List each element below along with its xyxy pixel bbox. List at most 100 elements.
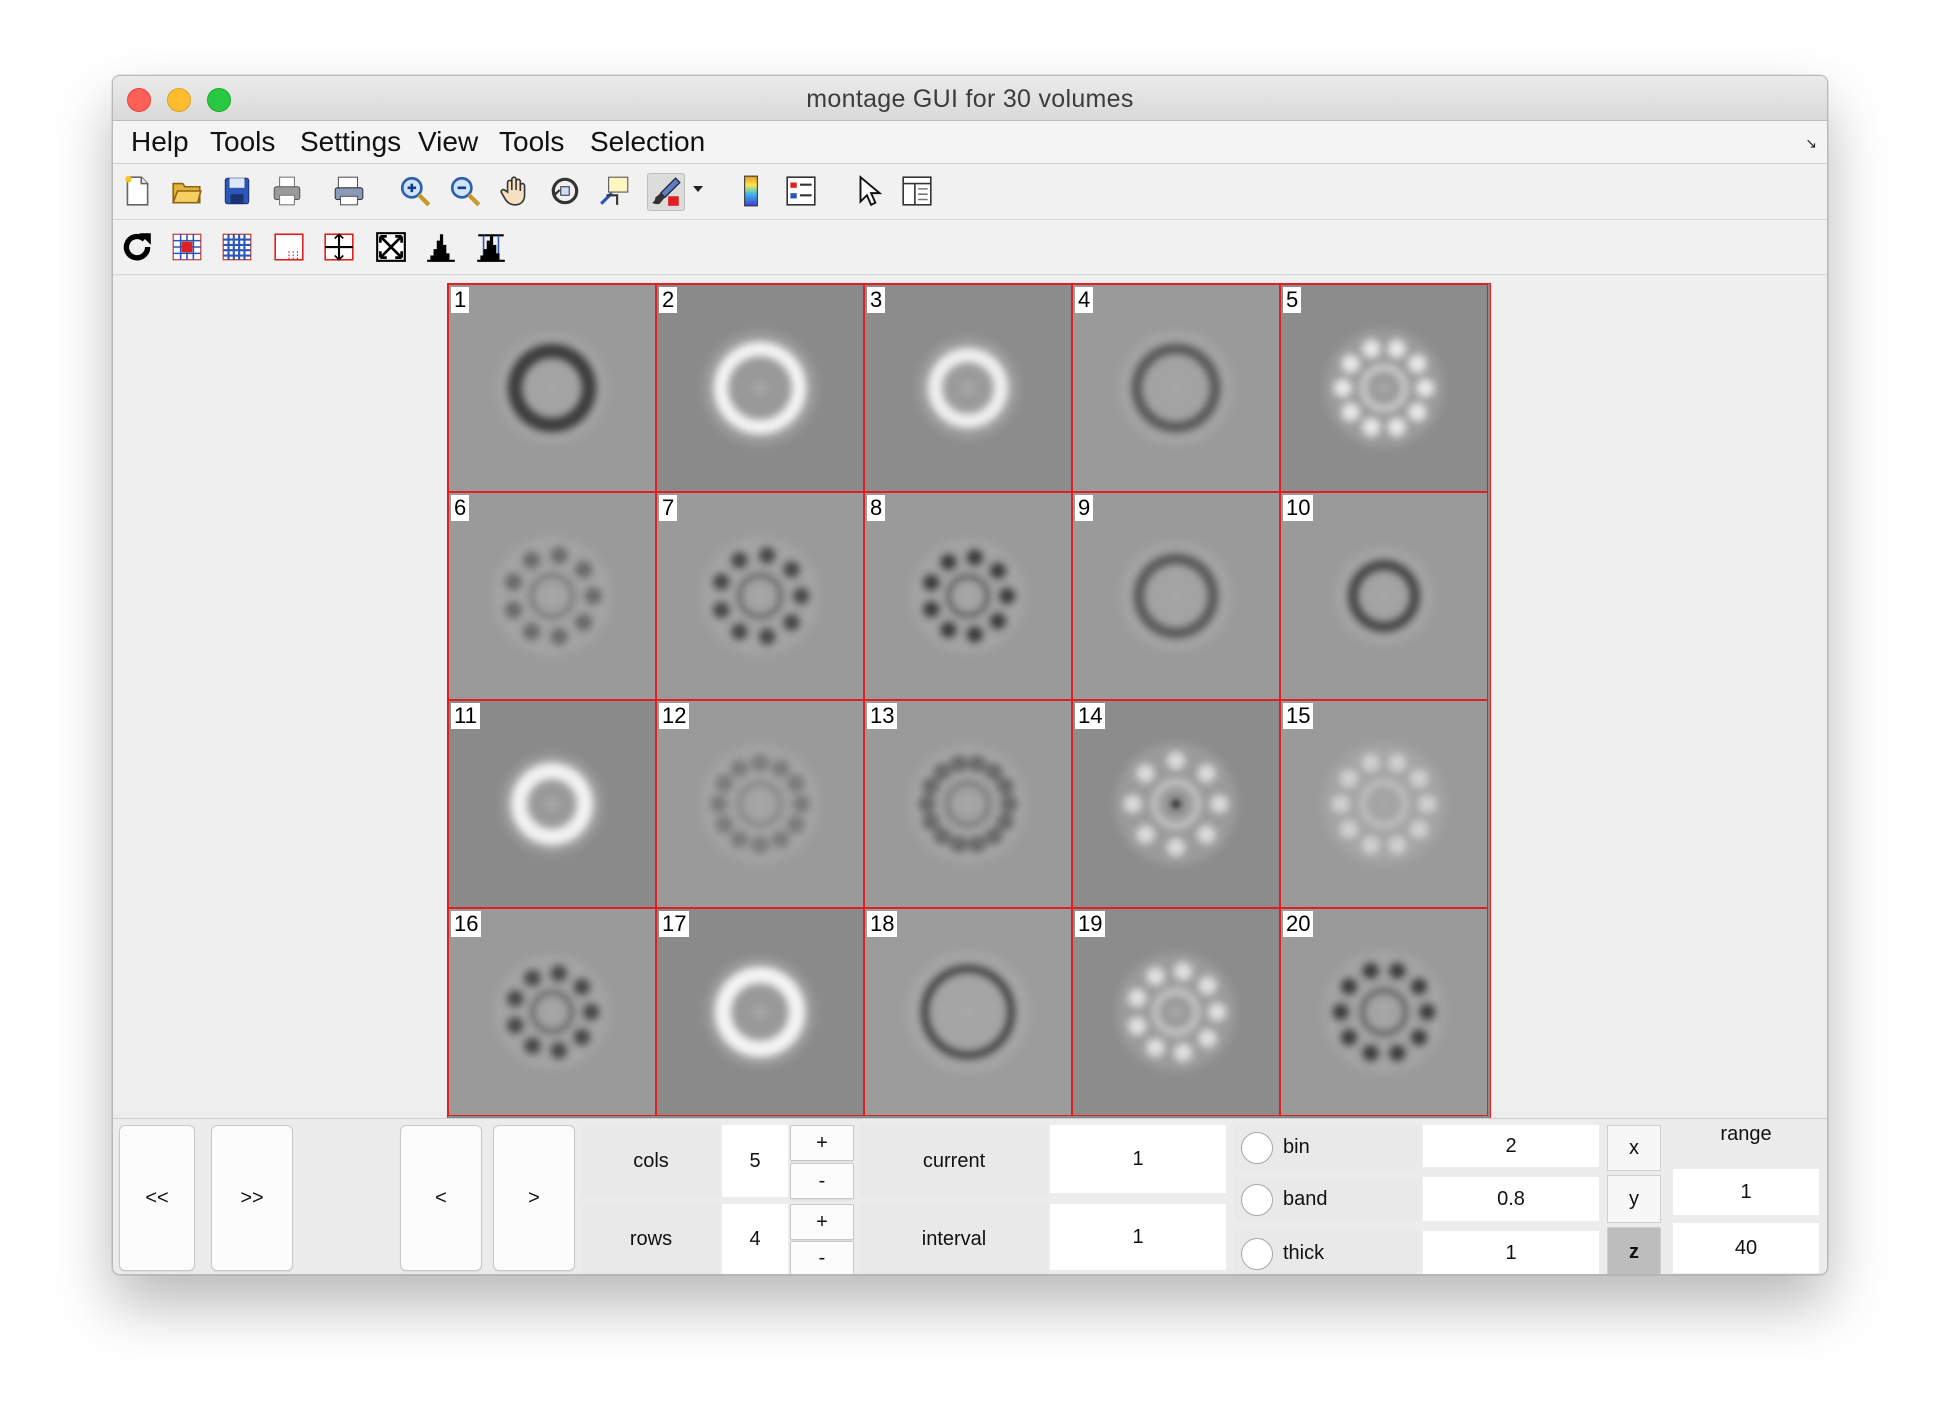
cols-decrease-button[interactable]: -: [790, 1163, 854, 1199]
zoom-in-icon[interactable]: [397, 173, 433, 209]
tile-index-label: 18: [867, 911, 898, 937]
cols-increase-button[interactable]: +: [790, 1125, 854, 1161]
brush-dropdown-icon[interactable]: [693, 186, 703, 192]
montage-tile[interactable]: 11: [448, 700, 656, 908]
legend-icon[interactable]: [783, 173, 819, 209]
axis-y-button[interactable]: y: [1607, 1175, 1661, 1223]
montage-tile[interactable]: 9: [1072, 492, 1280, 700]
volume-slice-image: [906, 950, 1030, 1074]
grid-large-icon[interactable]: [219, 229, 255, 265]
range-max-field[interactable]: 40: [1673, 1223, 1819, 1273]
volume-slice-image: [700, 744, 820, 864]
menu-selection[interactable]: Selection: [590, 126, 705, 158]
first-page-button[interactable]: <<: [119, 1125, 195, 1271]
rotate-3d-icon[interactable]: [547, 173, 583, 209]
center-cross-icon[interactable]: [321, 229, 357, 265]
prev-button[interactable]: <: [400, 1125, 482, 1271]
figure-toolbar: [113, 164, 1827, 220]
save-icon[interactable]: [219, 173, 255, 209]
menu-help[interactable]: Help: [131, 126, 189, 158]
montage-tile[interactable]: 20: [1280, 908, 1488, 1116]
undock-arrow-icon[interactable]: ↘: [1805, 135, 1817, 152]
print-preview-icon[interactable]: [331, 173, 367, 209]
volume-slice-image: [1116, 952, 1236, 1072]
next-button[interactable]: >: [493, 1125, 575, 1271]
fit-expand-icon[interactable]: [373, 229, 409, 265]
montage-tile[interactable]: 18: [864, 908, 1072, 1116]
montage-tile[interactable]: 12: [656, 700, 864, 908]
montage-tile[interactable]: 10: [1280, 492, 1488, 700]
montage-tile[interactable]: 7: [656, 492, 864, 700]
current-field[interactable]: 1: [1050, 1125, 1226, 1193]
tile-index-label: 17: [659, 911, 690, 937]
tile-index-label: 19: [1075, 911, 1106, 937]
bin-field[interactable]: 2: [1423, 1125, 1599, 1167]
montage-tile[interactable]: 13: [864, 700, 1072, 908]
bin-label: bin: [1283, 1125, 1373, 1169]
new-file-icon[interactable]: [119, 173, 155, 209]
axis-z-button[interactable]: z: [1607, 1227, 1661, 1274]
tile-index-label: 10: [1283, 495, 1314, 521]
volume-slice-image: [1322, 950, 1446, 1074]
thick-label: thick: [1283, 1231, 1373, 1274]
interval-field[interactable]: 1: [1050, 1204, 1226, 1270]
title-bar[interactable]: montage GUI for 30 volumes: [113, 76, 1827, 121]
tile-index-label: 4: [1075, 287, 1094, 313]
volume-slice-image: [702, 330, 818, 446]
thick-radio[interactable]: [1241, 1238, 1273, 1270]
last-page-button[interactable]: >>: [211, 1125, 293, 1271]
montage-tile[interactable]: 6: [448, 492, 656, 700]
menu-view[interactable]: View: [418, 126, 478, 158]
tile-index-label: 12: [659, 703, 690, 729]
grid-small-icon[interactable]: [169, 229, 205, 265]
open-folder-icon[interactable]: [169, 173, 205, 209]
tile-index-label: 5: [1283, 287, 1302, 313]
volume-slice-image: [1334, 546, 1434, 646]
zoom-out-icon[interactable]: [447, 173, 483, 209]
refresh-icon[interactable]: [119, 229, 155, 265]
volume-slice-image: [1322, 742, 1446, 866]
rows-increase-button[interactable]: +: [790, 1204, 854, 1240]
tile-index-label: 3: [867, 287, 886, 313]
single-frame-icon[interactable]: [271, 229, 307, 265]
pointer-icon[interactable]: [851, 173, 887, 209]
montage-tile[interactable]: 17: [656, 908, 864, 1116]
montage-tile[interactable]: 15: [1280, 700, 1488, 908]
montage-tile[interactable]: 1: [448, 284, 656, 492]
volume-slice-image: [494, 954, 610, 1070]
rows-decrease-button[interactable]: -: [790, 1241, 854, 1274]
print-icon[interactable]: [269, 173, 305, 209]
menu-settings[interactable]: Settings: [300, 126, 401, 158]
band-field[interactable]: 0.8: [1423, 1177, 1599, 1221]
band-radio[interactable]: [1241, 1184, 1273, 1216]
montage-tile[interactable]: 4: [1072, 284, 1280, 492]
tile-index-label: 2: [659, 287, 678, 313]
montage-tile[interactable]: 8: [864, 492, 1072, 700]
property-inspector-icon[interactable]: [899, 173, 935, 209]
montage-tile[interactable]: 2: [656, 284, 864, 492]
montage-tile[interactable]: 5: [1280, 284, 1488, 492]
montage-tile[interactable]: 19: [1072, 908, 1280, 1116]
axis-x-button[interactable]: x: [1607, 1125, 1661, 1171]
montage-tile[interactable]: 14: [1072, 700, 1280, 908]
cols-field[interactable]: 5: [722, 1125, 788, 1197]
bin-radio[interactable]: [1241, 1132, 1273, 1164]
montage-grid[interactable]: 1 2 3 4 5 6 7 8 9 10 11 12 13 14 15 16 17 18 19 20: [447, 283, 1491, 1121]
colorbar-icon[interactable]: [733, 173, 769, 209]
montage-tile[interactable]: 16: [448, 908, 656, 1116]
histogram-icon[interactable]: [423, 229, 459, 265]
montage-tile[interactable]: 3: [864, 284, 1072, 492]
window-title: montage GUI for 30 volumes: [806, 85, 1134, 113]
menu-tools-2[interactable]: Tools: [499, 126, 564, 158]
thick-field[interactable]: 1: [1423, 1231, 1599, 1274]
brush-icon[interactable]: [647, 173, 685, 211]
range-min-field[interactable]: 1: [1673, 1169, 1819, 1215]
tile-index-label: 6: [451, 495, 470, 521]
tile-index-label: 14: [1075, 703, 1106, 729]
pan-hand-icon[interactable]: [497, 173, 533, 209]
tile-index-label: 16: [451, 911, 482, 937]
histogram-range-icon[interactable]: [473, 229, 509, 265]
data-cursor-icon[interactable]: [597, 173, 633, 209]
rows-field[interactable]: 4: [722, 1204, 788, 1274]
menu-tools[interactable]: Tools: [210, 126, 275, 158]
